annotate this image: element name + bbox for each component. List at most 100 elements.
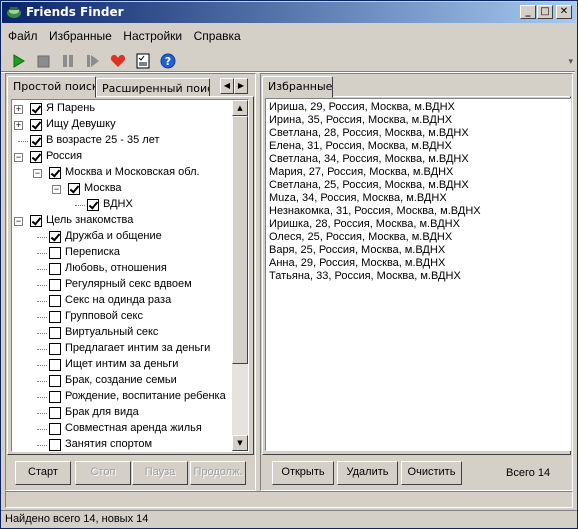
list-item[interactable]: Мария, 27, Россия, Москва, м.ВДНХ — [269, 166, 453, 179]
open-button[interactable]: Открыть — [272, 461, 334, 485]
tree-item-checkbox[interactable] — [87, 199, 99, 211]
tree-item[interactable]: − Москва — [12, 181, 232, 197]
tree-item-checkbox[interactable] — [49, 279, 61, 291]
tree-item-checkbox[interactable] — [49, 247, 61, 259]
tree-item-checkbox[interactable] — [49, 167, 61, 179]
tree-item[interactable]: Групповой секс — [12, 309, 232, 325]
tree-item[interactable]: − Цель знакомства — [12, 213, 232, 229]
minimize-button[interactable]: _ — [520, 5, 536, 19]
stop-icon[interactable] — [34, 52, 52, 70]
tree-item-checkbox[interactable] — [49, 295, 61, 307]
scroll-down-icon[interactable]: ▼ — [232, 435, 248, 451]
tree-item[interactable]: + Я Парень — [12, 101, 232, 117]
list-item[interactable]: Muza, 34, Россия, Москва, м.ВДНХ — [269, 192, 447, 205]
menu-file[interactable]: Файл — [5, 27, 41, 45]
tree-item-checkbox[interactable] — [49, 343, 61, 355]
play-icon[interactable] — [9, 52, 27, 70]
tree-item[interactable]: Рождение, воспитание ребенка — [12, 389, 232, 405]
menu-settings[interactable]: Настройки — [120, 27, 185, 45]
tree-item-checkbox[interactable] — [49, 263, 61, 275]
tree-item-checkbox[interactable] — [30, 103, 42, 115]
list-item[interactable]: Ириша, 29, Россия, Москва, м.ВДНХ — [269, 101, 455, 114]
tree-item-checkbox[interactable] — [49, 375, 61, 387]
tab-simple-search[interactable]: Простой поиск — [7, 76, 96, 98]
tree-item-checkbox[interactable] — [49, 439, 61, 451]
tree-item[interactable]: + Ищу Девушку — [12, 117, 232, 133]
toolbar-chevron-icon[interactable]: ▾ — [568, 57, 573, 67]
list-item[interactable]: Олеся, 25, Россия, Москва, м.ВДНХ — [269, 231, 452, 244]
tree-item[interactable]: Брак, создание семьи — [12, 373, 232, 389]
stop-button[interactable]: Стоп — [75, 461, 131, 485]
list-item[interactable]: Варя, 25, Россия, Москва, м.ВДНХ — [269, 244, 445, 257]
scroll-up-icon[interactable]: ▲ — [232, 100, 248, 116]
favorites-list[interactable]: Ириша, 29, Россия, Москва, м.ВДНХ Ирина, … — [265, 98, 571, 451]
list-item[interactable]: Светлана, 28, Россия, Москва, м.ВДНХ — [269, 127, 469, 140]
pause-icon[interactable] — [59, 52, 77, 70]
tree-item[interactable]: ВДНХ — [12, 197, 232, 213]
list-item[interactable]: Незнакомка, 31, Россия, Москва, м.ВДНХ — [269, 205, 481, 218]
tree-item-checkbox[interactable] — [30, 151, 42, 163]
tree-scrollbar[interactable]: ▲ ▼ — [232, 100, 248, 451]
collapse-icon[interactable]: − — [33, 169, 42, 178]
tree-item-checkbox[interactable] — [30, 135, 42, 147]
expand-icon[interactable]: + — [14, 121, 23, 130]
scroll-thumb[interactable] — [232, 116, 248, 364]
menu-help[interactable]: Справка — [191, 27, 244, 45]
list-item[interactable]: Светлана, 25, Россия, Москва, м.ВДНХ — [269, 179, 469, 192]
collapse-icon[interactable]: − — [14, 153, 23, 162]
tree-item[interactable]: В возрасте 25 - 35 лет — [12, 133, 232, 149]
tree-item-label: Групповой секс — [65, 310, 143, 322]
tree-item[interactable]: Совместная аренда жилья — [12, 421, 232, 437]
collapse-icon[interactable]: − — [14, 217, 23, 226]
close-button[interactable]: ✕ — [556, 5, 572, 19]
list-item[interactable]: Иришка, 28, Россия, Москва, м.ВДНХ — [269, 218, 460, 231]
tree-item[interactable]: Регулярный секс вдвоем — [12, 277, 232, 293]
maximize-button[interactable]: □ — [537, 5, 553, 19]
tree-item-checkbox[interactable] — [49, 423, 61, 435]
resume-button[interactable]: Продолж. — [190, 461, 246, 485]
tree-item[interactable]: Занятия спортом — [12, 437, 232, 451]
tab-advanced-search[interactable]: Расширенный поиск — [96, 78, 210, 98]
resume-icon[interactable] — [84, 52, 102, 70]
tree-item-checkbox[interactable] — [49, 311, 61, 323]
tree-item[interactable]: Секс на одинда раза — [12, 293, 232, 309]
tree-item[interactable]: Ищет интим за деньги — [12, 357, 232, 373]
list-item[interactable]: Елена, 31, Россия, Москва, м.ВДНХ — [269, 140, 452, 153]
tab-scroll-right-icon[interactable]: ▶ — [234, 78, 248, 94]
pause-button[interactable]: Пауза — [132, 461, 188, 485]
collapse-icon[interactable]: − — [52, 185, 61, 194]
tree-item-checkbox[interactable] — [49, 359, 61, 371]
tree-item[interactable]: Любовь, отношения — [12, 261, 232, 277]
tree-item[interactable]: Брак для вида — [12, 405, 232, 421]
tree-item-checkbox[interactable] — [49, 391, 61, 403]
tree-item[interactable]: Переписка — [12, 245, 232, 261]
list-item[interactable]: Анна, 29, Россия, Москва, м.ВДНХ — [269, 257, 445, 270]
heart-icon[interactable] — [109, 52, 127, 70]
expand-icon[interactable]: + — [14, 105, 23, 114]
tree-item-checkbox[interactable] — [68, 183, 80, 195]
tree-item-checkbox[interactable] — [30, 215, 42, 227]
tab-favorites[interactable]: Избранные — [262, 76, 333, 98]
tree-item[interactable]: Виртуальный секс — [12, 325, 232, 341]
title-bar[interactable]: Friends Finder _ □ ✕ — [2, 2, 576, 23]
tab-scroll-left-icon[interactable]: ◀ — [220, 78, 234, 94]
clear-button[interactable]: Очистить — [401, 461, 462, 485]
start-button[interactable]: Старт — [15, 461, 71, 485]
tree-item-checkbox[interactable] — [49, 231, 61, 243]
list-item[interactable]: Ирина, 35, Россия, Москва, м.ВДНХ — [269, 114, 452, 127]
tree-item-checkbox[interactable] — [30, 119, 42, 131]
delete-button[interactable]: Удалить — [337, 461, 398, 485]
tree-item-label: Москва и Московская обл. — [65, 166, 200, 178]
list-item[interactable]: Светлана, 34, Россия, Москва, м.ВДНХ — [269, 153, 469, 166]
checklist-icon[interactable] — [134, 52, 152, 70]
list-item[interactable]: Татьяна, 33, Россия, Москва, м.ВДНХ — [269, 270, 461, 283]
tree-item-label: В возрасте 25 - 35 лет — [46, 134, 160, 146]
tree-item-checkbox[interactable] — [49, 407, 61, 419]
help-icon[interactable]: ? — [159, 52, 177, 70]
tree-item[interactable]: − Россия — [12, 149, 232, 165]
tree-item[interactable]: Дружба и общение — [12, 229, 232, 245]
tree-item[interactable]: Предлагает интим за деньги — [12, 341, 232, 357]
tree-item-checkbox[interactable] — [49, 327, 61, 339]
menu-favorites[interactable]: Избранные — [46, 27, 115, 45]
tree-item[interactable]: − Москва и Московская обл. — [12, 165, 232, 181]
